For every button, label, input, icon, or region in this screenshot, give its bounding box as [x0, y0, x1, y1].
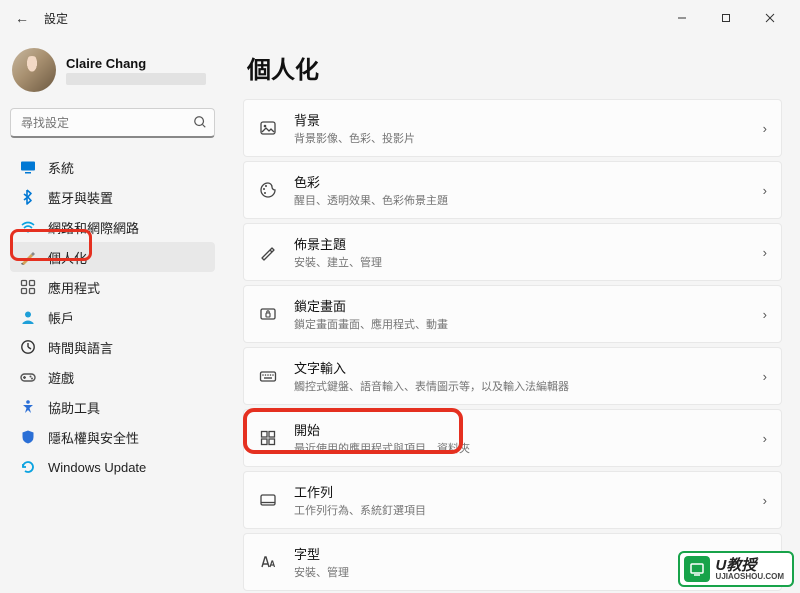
sidebar-item-accounts[interactable]: 帳戶 [10, 302, 215, 332]
nav: 系統 藍牙與裝置 網路和網際網路 個人化 應用程式 帳戶 時間與語言 遊戲 協助… [10, 152, 215, 482]
background-icon [258, 118, 278, 138]
sidebar-item-update[interactable]: Windows Update [10, 452, 215, 482]
system-icon [20, 159, 36, 175]
avatar [12, 48, 56, 92]
profile[interactable]: Claire Chang [10, 44, 215, 96]
card-desc: 安裝、建立、管理 [294, 254, 747, 270]
sidebar-item-apps[interactable]: 應用程式 [10, 272, 215, 302]
card-taskbar[interactable]: 工作列 工作列行為、系統釘選項目 › [243, 471, 782, 529]
profile-name: Claire Chang [66, 56, 206, 71]
sidebar-item-label: 協助工具 [48, 398, 100, 417]
lock-icon [258, 304, 278, 324]
card-title: 背景 [294, 110, 747, 129]
card-background[interactable]: 背景 背景影像、色彩、投影片 › [243, 99, 782, 157]
privacy-icon [20, 429, 36, 445]
sidebar-item-system[interactable]: 系統 [10, 152, 215, 182]
card-lock[interactable]: 鎖定畫面 鎖定畫面畫面、應用程式、動畫 › [243, 285, 782, 343]
sidebar-item-label: Windows Update [48, 460, 146, 475]
card-desc: 醒目、透明效果、色彩佈景主題 [294, 192, 747, 208]
personalization-icon [20, 249, 36, 265]
page-title: 個人化 [247, 50, 782, 85]
chevron-right-icon: › [763, 307, 767, 322]
themes-icon [258, 242, 278, 262]
chevron-right-icon: › [763, 493, 767, 508]
update-icon [20, 459, 36, 475]
search-box [10, 108, 215, 138]
sidebar-item-label: 隱私權與安全性 [48, 428, 139, 447]
card-desc: 背景影像、色彩、投影片 [294, 130, 747, 146]
card-title: 文字輸入 [294, 358, 747, 377]
fonts-icon [258, 552, 278, 572]
close-icon [765, 13, 775, 23]
card-desc: 最近使用的應用程式與項目、資料夾 [294, 440, 747, 456]
gaming-icon [20, 369, 36, 385]
chevron-right-icon: › [763, 245, 767, 260]
minimize-button[interactable] [660, 3, 704, 33]
chevron-right-icon: › [763, 431, 767, 446]
watermark: U教授 UJIAOSHOU.COM [678, 551, 794, 587]
sidebar-item-label: 帳戶 [48, 308, 74, 327]
apps-icon [20, 279, 36, 295]
card-title: 工作列 [294, 482, 747, 501]
sidebar-item-privacy[interactable]: 隱私權與安全性 [10, 422, 215, 452]
sidebar: Claire Chang 系統 藍牙與裝置 網路和網際網路 個人化 應用程式 帳… [0, 36, 225, 593]
sidebar-item-network[interactable]: 網路和網際網路 [10, 212, 215, 242]
card-text[interactable]: 文字輸入 觸控式鍵盤、語音輸入、表情圖示等，以及輸入法編輯器 › [243, 347, 782, 405]
text-icon [258, 366, 278, 386]
maximize-icon [721, 13, 731, 23]
search-input[interactable] [10, 108, 215, 138]
card-themes[interactable]: 佈景主題 安裝、建立、管理 › [243, 223, 782, 281]
card-desc: 鎖定畫面畫面、應用程式、動畫 [294, 316, 747, 332]
window-title: 設定 [44, 10, 68, 27]
watermark-url: UJIAOSHOU.COM [716, 573, 784, 581]
sidebar-item-label: 應用程式 [48, 278, 100, 297]
sidebar-item-accessibility[interactable]: 協助工具 [10, 392, 215, 422]
card-desc: 觸控式鍵盤、語音輸入、表情圖示等，以及輸入法編輯器 [294, 378, 747, 394]
card-title: 佈景主題 [294, 234, 747, 253]
chevron-right-icon: › [763, 121, 767, 136]
sidebar-item-label: 藍牙與裝置 [48, 188, 113, 207]
cards-list: 背景 背景影像、色彩、投影片 › 色彩 醒目、透明效果、色彩佈景主題 › 佈景主… [243, 99, 782, 593]
accessibility-icon [20, 399, 36, 415]
profile-email [66, 73, 206, 85]
time-icon [20, 339, 36, 355]
chevron-right-icon: › [763, 369, 767, 384]
sidebar-item-label: 個人化 [48, 248, 87, 267]
sidebar-item-bluetooth[interactable]: 藍牙與裝置 [10, 182, 215, 212]
card-start[interactable]: 開始 最近使用的應用程式與項目、資料夾 › [243, 409, 782, 467]
network-icon [20, 219, 36, 235]
watermark-icon [684, 556, 710, 582]
card-title: 色彩 [294, 172, 747, 191]
start-icon [258, 428, 278, 448]
search-icon [193, 115, 207, 132]
watermark-brand: U教授 [716, 558, 784, 573]
maximize-button[interactable] [704, 3, 748, 33]
card-colors[interactable]: 色彩 醒目、透明效果、色彩佈景主題 › [243, 161, 782, 219]
sidebar-item-label: 遊戲 [48, 368, 74, 387]
chevron-right-icon: › [763, 183, 767, 198]
close-button[interactable] [748, 3, 792, 33]
card-desc: 工作列行為、系統釘選項目 [294, 502, 747, 518]
back-button[interactable]: ← [8, 4, 36, 32]
colors-icon [258, 180, 278, 200]
sidebar-item-personalization[interactable]: 個人化 [10, 242, 215, 272]
card-title: 開始 [294, 420, 747, 439]
bluetooth-icon [20, 189, 36, 205]
sidebar-item-time[interactable]: 時間與語言 [10, 332, 215, 362]
accounts-icon [20, 309, 36, 325]
sidebar-item-label: 網路和網際網路 [48, 218, 139, 237]
sidebar-item-gaming[interactable]: 遊戲 [10, 362, 215, 392]
card-title: 鎖定畫面 [294, 296, 747, 315]
sidebar-item-label: 時間與語言 [48, 338, 113, 357]
taskbar-icon [258, 490, 278, 510]
sidebar-item-label: 系統 [48, 158, 74, 177]
minimize-icon [677, 13, 687, 23]
main-content: 個人化 背景 背景影像、色彩、投影片 › 色彩 醒目、透明效果、色彩佈景主題 ›… [225, 36, 800, 593]
